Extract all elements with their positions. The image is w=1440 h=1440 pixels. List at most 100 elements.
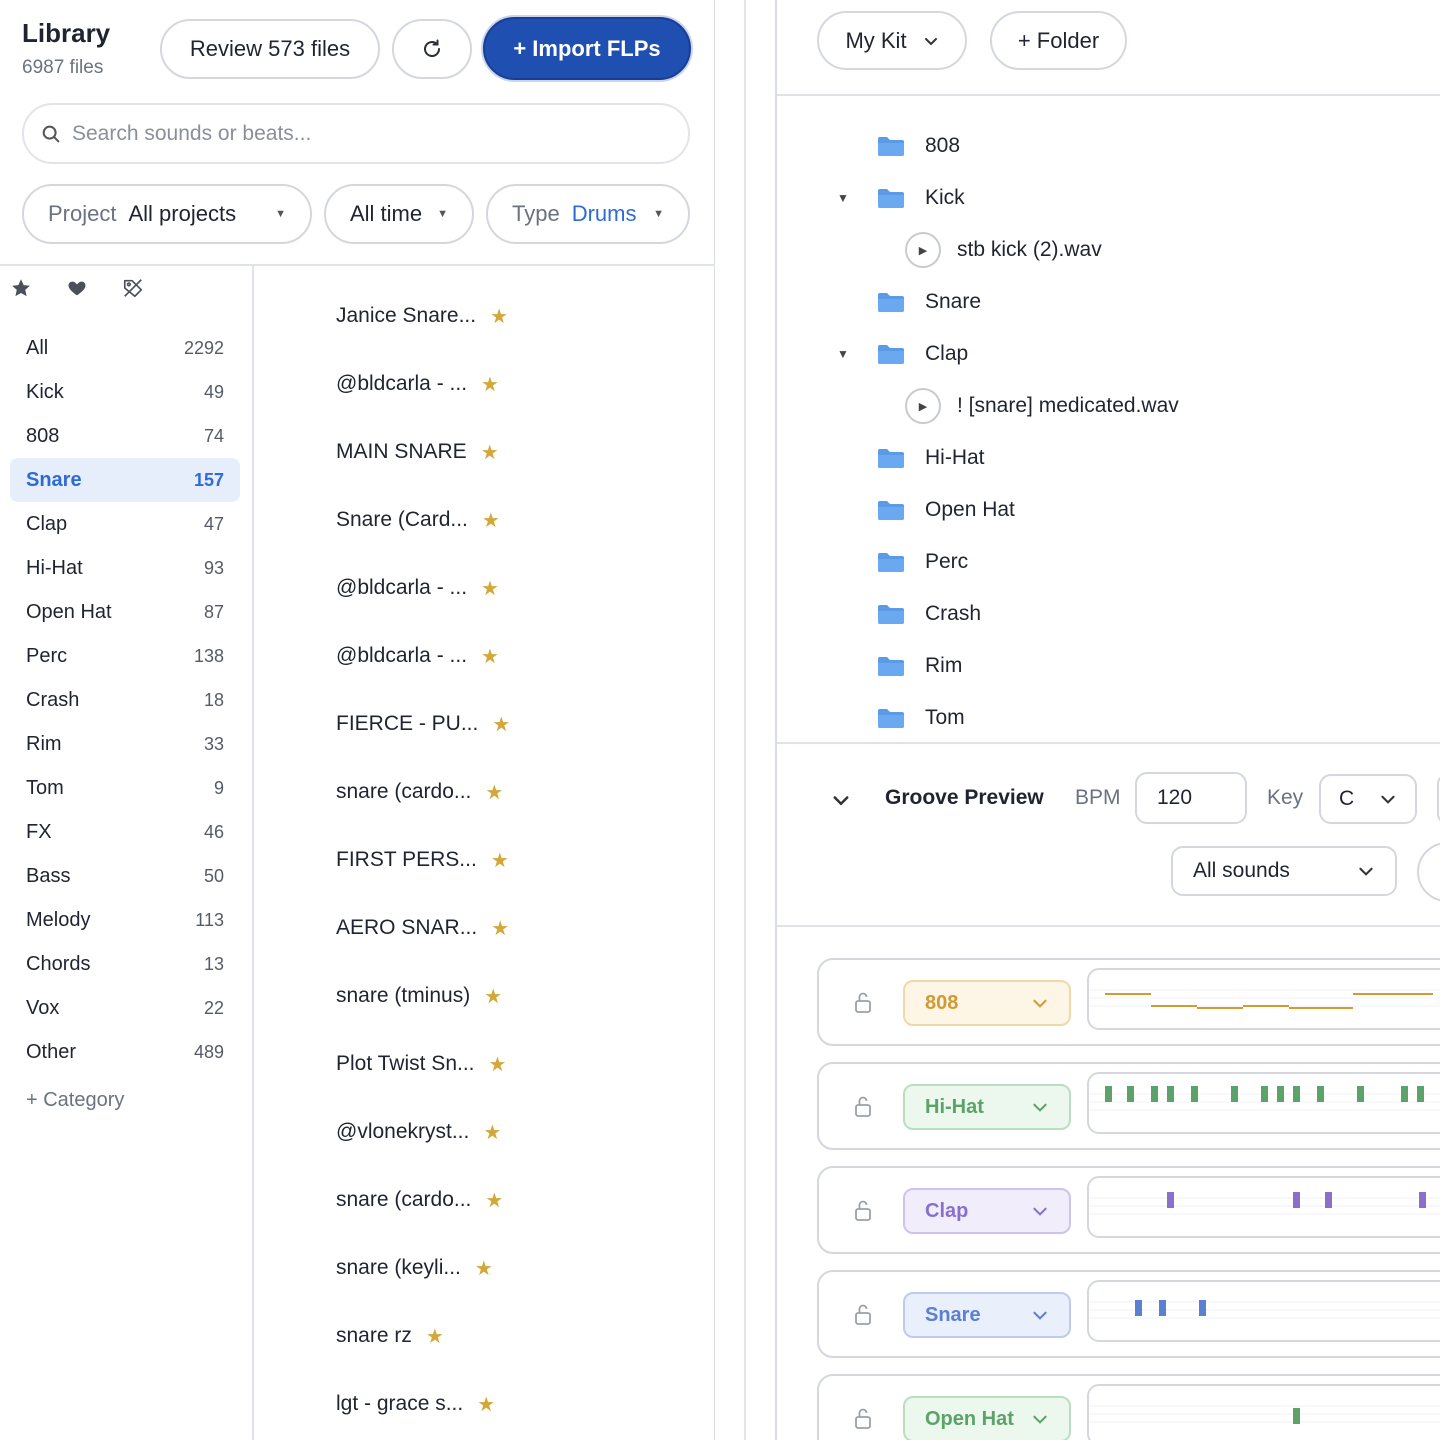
add-category-button[interactable]: + Category	[26, 1089, 124, 1112]
my-kit-dropdown[interactable]: My Kit	[817, 11, 967, 70]
track-sound-select[interactable]: 808	[903, 980, 1071, 1026]
list-item[interactable]: Plot Twist Sn... ★	[336, 1030, 696, 1098]
track-sound-select[interactable]: Clap	[903, 1188, 1071, 1234]
category-item-tom[interactable]: Tom 9	[10, 766, 240, 810]
pattern-lane[interactable]	[1087, 1280, 1440, 1342]
category-item-snare[interactable]: Snare 157	[10, 458, 240, 502]
star-icon[interactable]: ★	[490, 304, 508, 329]
unlock-icon[interactable]	[853, 1406, 873, 1430]
groove-play-button[interactable]	[1417, 842, 1440, 902]
list-item[interactable]: AERO SNAR... ★	[336, 894, 696, 962]
star-icon[interactable]: ★	[483, 1120, 501, 1145]
file-row[interactable]: ▶ stb kick (2).wav	[777, 224, 1440, 276]
play-button[interactable]: ▶	[905, 388, 941, 424]
refresh-button[interactable]	[392, 19, 472, 79]
bpm-input[interactable]	[1135, 772, 1247, 824]
folder-row[interactable]: Perc	[777, 536, 1440, 588]
file-row[interactable]: ▶ ! [snare] medicated.wav	[777, 380, 1440, 432]
list-item[interactable]: @vlonekryst... ★	[336, 1098, 696, 1166]
heart-icon[interactable]	[66, 276, 88, 300]
search-input[interactable]	[72, 121, 632, 146]
category-item-hi-hat[interactable]: Hi-Hat 93	[10, 546, 240, 590]
star-icon[interactable]: ★	[481, 440, 499, 465]
list-item[interactable]: snare (keyli... ★	[336, 1234, 696, 1302]
folder-row[interactable]: Rim	[777, 640, 1440, 692]
category-item-vox[interactable]: Vox 22	[10, 986, 240, 1030]
time-filter[interactable]: All time ▼	[324, 184, 474, 244]
expand-triangle-icon[interactable]: ▼	[837, 347, 849, 361]
project-filter[interactable]: Project All projects ▼	[22, 184, 312, 244]
star-icon[interactable]: ★	[426, 1324, 444, 1349]
folder-row[interactable]: Hi-Hat	[777, 432, 1440, 484]
list-item[interactable]: Janice Snare... ★	[336, 282, 696, 350]
folder-row[interactable]: Crash	[777, 588, 1440, 640]
star-icon[interactable]: ★	[489, 1052, 507, 1077]
star-icon[interactable]: ★	[492, 712, 510, 737]
star-icon[interactable]: ★	[485, 1188, 503, 1213]
list-item[interactable]: @bldcarla - ... ★	[336, 622, 696, 690]
category-item-808[interactable]: 808 74	[10, 414, 240, 458]
category-item-crash[interactable]: Crash 18	[10, 678, 240, 722]
list-item[interactable]: FIRST PERS... ★	[336, 826, 696, 894]
star-icon[interactable]: ★	[481, 644, 499, 669]
key-select[interactable]: C	[1319, 774, 1417, 824]
star-icon[interactable]	[10, 276, 32, 300]
unlock-icon[interactable]	[853, 990, 873, 1014]
import-flps-button[interactable]: + Import FLPs	[483, 17, 691, 80]
play-button[interactable]: ▶	[905, 232, 941, 268]
type-filter[interactable]: Type Drums ▼	[486, 184, 690, 244]
category-item-chords[interactable]: Chords 13	[10, 942, 240, 986]
track-sound-select[interactable]: Hi-Hat	[903, 1084, 1071, 1130]
review-files-button[interactable]: Review 573 files	[160, 19, 380, 79]
folder-row[interactable]: Snare	[777, 276, 1440, 328]
star-icon[interactable]: ★	[482, 508, 500, 533]
tag-off-icon[interactable]	[122, 276, 144, 300]
search-box[interactable]	[22, 103, 690, 164]
list-item[interactable]: snare (tminus) ★	[336, 962, 696, 1030]
star-icon[interactable]: ★	[491, 916, 509, 941]
unlock-icon[interactable]	[853, 1094, 873, 1118]
category-item-clap[interactable]: Clap 47	[10, 502, 240, 546]
folder-row[interactable]: ▼ Kick	[777, 172, 1440, 224]
track-sound-select[interactable]: Snare	[903, 1292, 1071, 1338]
category-item-perc[interactable]: Perc 138	[10, 634, 240, 678]
pattern-lane[interactable]	[1087, 1176, 1440, 1238]
pattern-lane[interactable]	[1087, 968, 1440, 1030]
folder-row[interactable]: Open Hat	[777, 484, 1440, 536]
collapse-chevron-icon[interactable]	[831, 790, 851, 810]
unlock-icon[interactable]	[853, 1198, 873, 1222]
category-item-bass[interactable]: Bass 50	[10, 854, 240, 898]
folder-row[interactable]: ▼ Clap	[777, 328, 1440, 380]
star-icon[interactable]: ★	[475, 1256, 493, 1281]
list-item[interactable]: lgt - grace s... ★	[336, 1370, 696, 1438]
star-icon[interactable]: ★	[481, 576, 499, 601]
category-item-kick[interactable]: Kick 49	[10, 370, 240, 414]
category-item-fx[interactable]: FX 46	[10, 810, 240, 854]
sounds-select[interactable]: All sounds	[1171, 846, 1397, 896]
category-item-melody[interactable]: Melody 113	[10, 898, 240, 942]
list-item[interactable]: @bldcarla - ... ★	[336, 554, 696, 622]
folder-row[interactable]: Tom	[777, 692, 1440, 744]
category-item-all[interactable]: All 2292	[10, 326, 240, 370]
star-icon[interactable]: ★	[485, 780, 503, 805]
star-icon[interactable]: ★	[484, 984, 502, 1009]
panel-resize-gutter[interactable]	[716, 0, 774, 1440]
pattern-lane[interactable]	[1087, 1072, 1440, 1134]
list-item[interactable]: snare (cardo... ★	[336, 1166, 696, 1234]
list-item[interactable]: Snare (Card... ★	[336, 486, 696, 554]
list-item[interactable]: FIERCE - PU... ★	[336, 690, 696, 758]
category-item-other[interactable]: Other 489	[10, 1030, 240, 1074]
folder-row[interactable]: 808	[777, 120, 1440, 172]
expand-triangle-icon[interactable]: ▼	[837, 191, 849, 205]
star-icon[interactable]: ★	[477, 1392, 495, 1417]
list-item[interactable]: MAIN SNARE ★	[336, 418, 696, 486]
unlock-icon[interactable]	[853, 1302, 873, 1326]
category-item-rim[interactable]: Rim 33	[10, 722, 240, 766]
pattern-lane[interactable]	[1087, 1384, 1440, 1440]
list-item[interactable]: snare rz ★	[336, 1302, 696, 1370]
track-sound-select[interactable]: Open Hat	[903, 1396, 1071, 1440]
add-folder-button[interactable]: + Folder	[990, 11, 1127, 70]
star-icon[interactable]: ★	[491, 848, 509, 873]
star-icon[interactable]: ★	[481, 372, 499, 397]
list-item[interactable]: @bldcarla - ... ★	[336, 350, 696, 418]
